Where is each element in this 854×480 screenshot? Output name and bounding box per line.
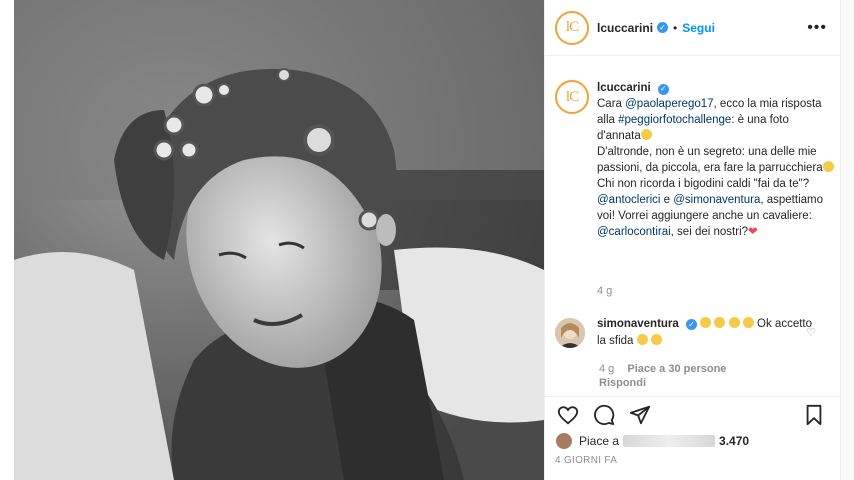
reply-button[interactable]: Rispondi: [599, 377, 646, 389]
comment-timestamp[interactable]: 4 g: [599, 363, 614, 375]
post-sidebar: lC lcuccarini ✓ • Segui ••• lC lcuccarin…: [544, 0, 841, 480]
laughing-emoji-icon: [742, 317, 754, 328]
verified-badge-icon: ✓: [686, 319, 698, 330]
likes-count: 3.470: [719, 434, 750, 448]
mention-paolaperego17[interactable]: @paolaperego17: [625, 98, 713, 110]
right-scroll-edge: [840, 0, 854, 480]
grin-emoji-icon: [822, 161, 834, 172]
grin-emoji-icon: [640, 129, 652, 140]
verified-badge-icon: ✓: [657, 83, 669, 95]
caption-line4-end: , sei dei nostri?: [670, 226, 749, 238]
laughing-emoji-icon: [728, 317, 740, 328]
hashtag-peggiorfotochallenge[interactable]: #peggiorfotochallenge: [618, 114, 731, 126]
paper-plane-icon[interactable]: [627, 402, 653, 428]
author-logo: lC: [559, 14, 585, 41]
comment-meta: 4 g Piace a 30 persone Rispondi: [599, 362, 736, 390]
post-date[interactable]: 4 GIORNI FA: [555, 455, 617, 466]
likes-summary[interactable]: Piace a 3.470: [555, 432, 749, 450]
red-heart-emoji-icon: ❤: [748, 226, 758, 238]
heart-icon[interactable]: [555, 402, 581, 428]
blurred-username: [623, 435, 716, 447]
post-header: lC lcuccarini ✓ • Segui •••: [545, 0, 841, 56]
caption-line1-pre: Cara: [597, 98, 626, 110]
laughing-emoji-icon: [636, 334, 648, 345]
likes-prefix: Piace a: [579, 434, 620, 448]
caption-line3: D'altronde, non è un segreto: una delle …: [597, 146, 823, 174]
comment-icon[interactable]: [591, 402, 617, 428]
laughing-emoji-icon: [714, 317, 726, 328]
laughing-emoji-icon: [650, 334, 662, 345]
comment-item: simonaventura ✓ Ok accetto la sfida: [555, 316, 835, 350]
commenter-username[interactable]: simonaventura: [597, 318, 679, 330]
author-avatar[interactable]: lC: [555, 10, 589, 45]
mention-carlocontirai[interactable]: @carlocontirai: [597, 226, 671, 238]
action-bar: [545, 396, 841, 432]
mention-simonaventura[interactable]: @simonaventura: [673, 194, 760, 206]
comment-like-heart-icon[interactable]: ♡: [806, 326, 816, 339]
instagram-post-modal: lC lcuccarini ✓ • Segui ••• lC lcuccarin…: [0, 0, 854, 480]
logo-glyph: lC: [565, 19, 579, 35]
caption-line4-pre: Chi non ricorda i bigodini caldi "fai da…: [597, 178, 810, 190]
laughing-emoji-icon: [700, 317, 712, 328]
follow-button[interactable]: Segui: [682, 21, 715, 35]
avatar-portrait: [555, 318, 585, 348]
liker-avatar: [555, 432, 573, 450]
caption-text: lcuccarini ✓ Cara @paolaperego17, ecco l…: [597, 80, 835, 240]
commenter-avatar[interactable]: [555, 318, 585, 348]
separator-dot: •: [673, 20, 678, 35]
comment-likes-count[interactable]: Piace a 30 persone: [627, 363, 726, 375]
caption: lC lcuccarini ✓ Cara @paolaperego17, ecc…: [555, 80, 835, 240]
black-and-white-photo: [14, 0, 544, 480]
bookmark-icon[interactable]: [801, 402, 827, 428]
logo-glyph: lC: [565, 88, 579, 105]
mention-antoclerici[interactable]: @antoclerici: [597, 194, 660, 206]
author-username[interactable]: lcuccarini: [597, 21, 653, 35]
caption-username[interactable]: lcuccarini: [597, 82, 651, 94]
caption-and: e: [660, 194, 674, 206]
comment-text: simonaventura ✓ Ok accetto la sfida: [597, 316, 812, 350]
verified-badge-icon: ✓: [657, 22, 669, 33]
post-photo[interactable]: [14, 0, 544, 480]
caption-author-avatar[interactable]: lC: [555, 80, 589, 114]
caption-author-logo: lC: [559, 84, 585, 110]
caption-timestamp[interactable]: 4 g: [597, 285, 612, 297]
more-options-icon[interactable]: •••: [807, 19, 827, 37]
